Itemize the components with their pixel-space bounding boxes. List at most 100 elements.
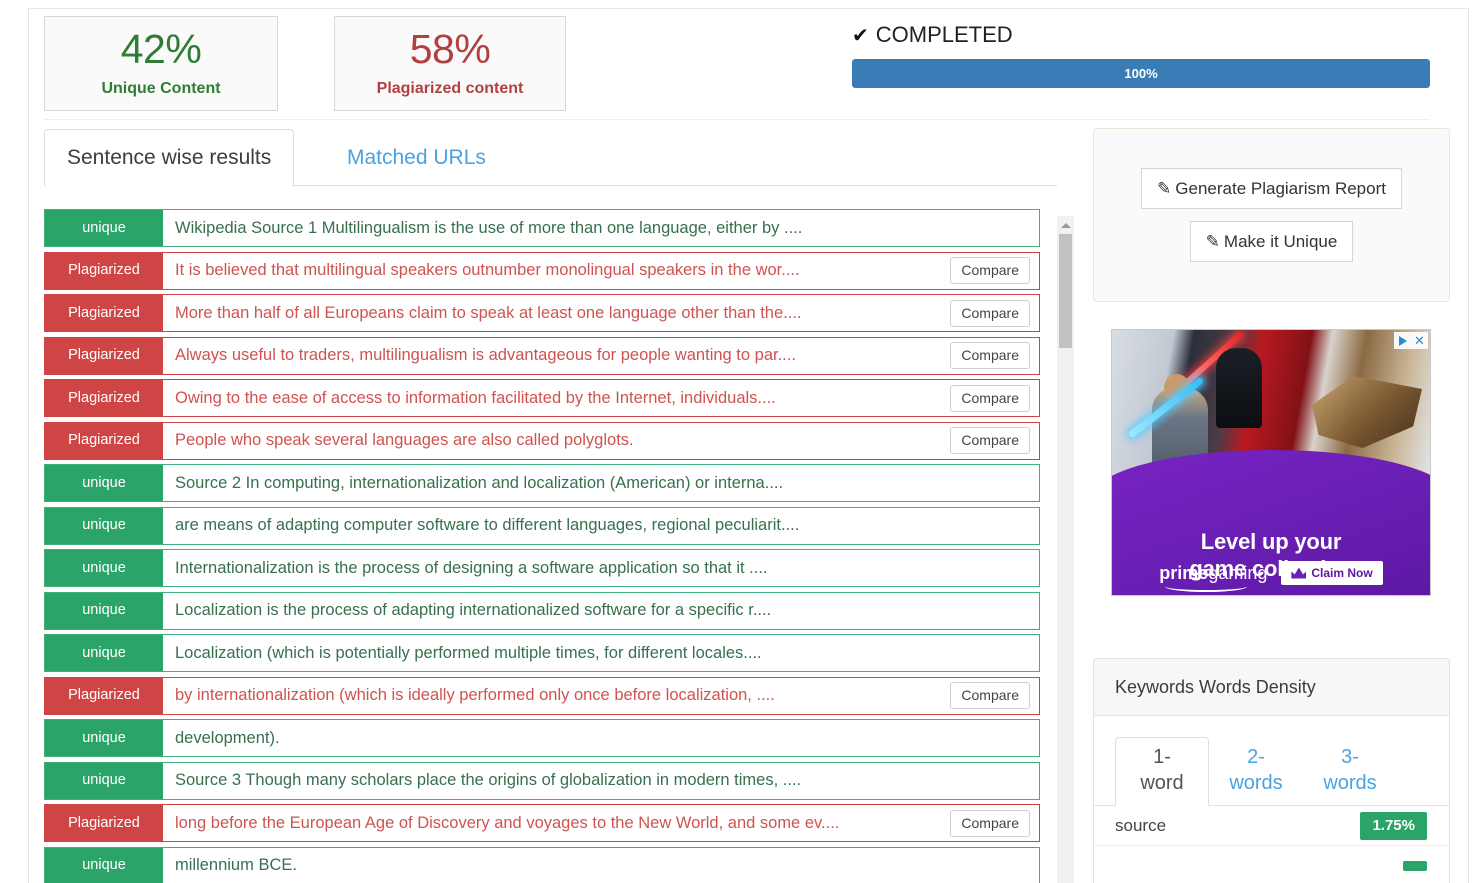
sentence-text: It is believed that multilingual speaker… xyxy=(175,261,800,279)
compare-cell: Compare xyxy=(950,423,1039,459)
pencil-icon: ✎ xyxy=(1157,179,1172,198)
compare-button[interactable]: Compare xyxy=(950,384,1030,412)
tab-matched-urls[interactable]: Matched URLs xyxy=(324,129,509,187)
sentence-status-badge: Plagiarized xyxy=(45,380,163,416)
sentence-text: millennium BCE. xyxy=(175,856,297,874)
sentence-status-badge: Plagiarized xyxy=(45,805,163,841)
sentence-row: unique millennium BCE. xyxy=(44,846,1040,883)
sentence-text: long before the European Age of Discover… xyxy=(175,813,840,832)
generate-report-label: Generate Plagiarism Report xyxy=(1175,179,1386,198)
keyword-row xyxy=(1094,846,1449,883)
sentence-row: unique Wikipedia Source 1 Multilingualism… xyxy=(44,209,1040,247)
ad-villain-figure xyxy=(1216,348,1262,428)
make-it-unique-button[interactable]: ✎ Make it Unique xyxy=(1189,221,1354,262)
compare-button[interactable]: Compare xyxy=(950,299,1030,327)
sentence-status-badge: unique xyxy=(45,762,163,799)
tab-3-words[interactable]: 3- words xyxy=(1303,737,1397,805)
plagiarized-percent: 58% xyxy=(409,26,491,72)
ad-headline-line1: Level up your xyxy=(1200,529,1342,554)
results-tabs: Sentence wise results Matched URLs xyxy=(44,129,1057,187)
keyword-row: source 1.75% xyxy=(1094,806,1449,846)
sentence-row: Plagiarized Owing to the ease of access t… xyxy=(44,379,1040,417)
compare-button[interactable]: Compare xyxy=(950,342,1030,369)
keyword-density-badge: 1.75% xyxy=(1360,811,1427,840)
sentence-row: unique Source 3 Though many scholars plac… xyxy=(44,761,1040,800)
claim-now-button[interactable]: Claim Now xyxy=(1281,561,1383,585)
compare-button[interactable]: Compare xyxy=(950,257,1030,284)
compare-cell: Compare xyxy=(950,805,1039,841)
compare-cell: Compare xyxy=(950,295,1039,331)
claim-now-label: Claim Now xyxy=(1311,566,1373,580)
tab-1-word[interactable]: 1- word xyxy=(1115,737,1209,806)
ad-controls: ✕ xyxy=(1394,332,1428,349)
sentence-text: Source 3 Though many scholars place the … xyxy=(175,771,802,789)
caret-up-icon[interactable] xyxy=(1057,217,1074,233)
sentence-status-badge: unique xyxy=(45,210,163,246)
compare-cell: Compare xyxy=(950,253,1039,289)
compare-button[interactable]: Compare xyxy=(950,809,1030,837)
sentence-text: Wikipedia Source 1 Multilingualism is th… xyxy=(175,218,803,237)
sentence-status-badge: unique xyxy=(45,635,163,671)
keywords-panel-title: Keywords Words Density xyxy=(1094,659,1449,716)
sentence-status-badge: Plagiarized xyxy=(45,295,163,331)
tab-2-words[interactable]: 2- words xyxy=(1209,737,1303,805)
sentence-row: Plagiarized by internationalization (whic… xyxy=(44,676,1040,715)
tab-1-word-top: 1- xyxy=(1153,746,1171,768)
sentence-status-badge: Plagiarized xyxy=(45,252,163,289)
sentence-row: Plagiarized People who speak several lang… xyxy=(44,421,1040,460)
compare-button[interactable]: Compare xyxy=(950,427,1030,454)
compare-button[interactable]: Compare xyxy=(950,682,1030,709)
sentence-list-scrollbar[interactable] xyxy=(1057,216,1074,883)
sentence-status-badge: Plagiarized xyxy=(45,677,163,714)
brand-suffix: gaming xyxy=(1208,563,1268,583)
advertisement[interactable]: Level up your game collection primegamin… xyxy=(1111,329,1431,596)
sentence-status-badge: unique xyxy=(45,592,163,629)
sentence-row: unique Localization is the process of ada… xyxy=(44,591,1040,630)
adchoices-icon[interactable] xyxy=(1394,332,1411,349)
keyword-density-badge xyxy=(1403,860,1427,871)
sentence-text: People who speak several languages are a… xyxy=(175,431,634,449)
tab-sentence-wise-results[interactable]: Sentence wise results xyxy=(44,129,295,187)
sentence-text: development). xyxy=(175,728,280,747)
scrollbar-thumb[interactable] xyxy=(1059,234,1072,348)
unique-content-card: 42% Unique Content xyxy=(44,16,278,111)
sentence-results-list: unique Wikipedia Source 1 Multilingualism… xyxy=(44,209,1057,883)
amazon-smile-icon xyxy=(1165,581,1248,592)
prime-gaming-logo: primegaming xyxy=(1159,563,1268,592)
tab-2-words-top: 2- xyxy=(1247,746,1265,768)
sentence-row: unique development). xyxy=(44,719,1040,757)
status-text: COMPLETED xyxy=(875,22,1013,47)
sentence-row: unique Internationalization is the proces… xyxy=(44,549,1040,587)
sentence-text: Localization (which is potentially perfo… xyxy=(175,643,762,662)
tab-2-words-bottom: words xyxy=(1229,772,1283,794)
sentence-row: Plagiarized More than half of all Europea… xyxy=(44,294,1040,332)
sentence-text: Localization is the process of adapting … xyxy=(175,601,772,619)
compare-cell: Compare xyxy=(950,380,1039,416)
sentence-row: Plagiarized It is believed that multiling… xyxy=(44,251,1040,290)
header-divider xyxy=(44,119,1430,120)
make-unique-label: Make it Unique xyxy=(1223,232,1338,251)
sentence-status-badge: Plagiarized xyxy=(45,337,163,374)
ad-winged-figure xyxy=(1312,376,1422,448)
generate-plagiarism-report-button[interactable]: ✎ Generate Plagiarism Report xyxy=(1141,168,1402,209)
sentence-status-badge: unique xyxy=(45,847,163,883)
tab-3-words-bottom: words xyxy=(1323,772,1377,794)
plagiarized-content-card: 58% Plagiarized content xyxy=(334,16,566,111)
sentence-text: Always useful to traders, multilingualis… xyxy=(175,346,796,364)
plagiarism-results-page: 42% Unique Content 58% Plagiarized conte… xyxy=(0,0,1477,883)
keywords-tabs: 1- word 2- words 3- words xyxy=(1094,716,1449,806)
sentence-row: unique Source 2 In computing, internation… xyxy=(44,464,1040,502)
unique-label: Unique Content xyxy=(101,80,221,97)
unique-percent: 42% xyxy=(120,26,202,72)
status-line: ✔ COMPLETED xyxy=(852,20,1430,50)
sentence-row: unique are means of adapting computer sof… xyxy=(44,506,1040,545)
brand-prefix: prime xyxy=(1159,563,1209,583)
sentence-text: Source 2 In computing, internationalizat… xyxy=(175,473,784,492)
sentence-text: More than half of all Europeans claim to… xyxy=(175,303,802,322)
sentence-row: Plagiarized Always useful to traders, mul… xyxy=(44,336,1040,375)
close-icon[interactable]: ✕ xyxy=(1411,332,1428,349)
tab-3-words-top: 3- xyxy=(1341,746,1359,768)
progress-bar: 100% xyxy=(852,59,1430,88)
sentence-row: Plagiarized long before the European Age … xyxy=(44,804,1040,842)
sentence-text: Internationalization is the process of d… xyxy=(175,558,768,577)
